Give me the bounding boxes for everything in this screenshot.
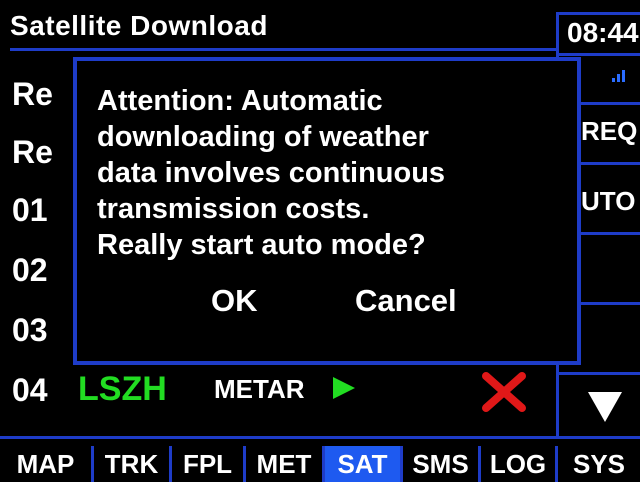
dialog-message-line: downloading of weather — [97, 121, 429, 153]
station-code[interactable]: LSZH — [78, 370, 167, 408]
tab-log[interactable]: LOG — [481, 446, 558, 482]
list-item-label[interactable]: 01 — [12, 192, 48, 228]
confirmation-dialog: Attention: Automatic downloading of weat… — [73, 57, 581, 365]
list-item-label[interactable]: 04 — [12, 372, 48, 408]
tab-met[interactable]: MET — [246, 446, 325, 482]
cancel-button[interactable]: Cancel — [355, 283, 457, 319]
tab-sms[interactable]: SMS — [403, 446, 481, 482]
report-type: METAR — [214, 374, 305, 404]
tab-sys[interactable]: SYS — [558, 446, 640, 482]
right-divider — [559, 372, 640, 375]
tab-sat[interactable]: SAT — [325, 446, 403, 482]
request-button[interactable]: REQ — [581, 116, 637, 146]
page-title: Satellite Download — [10, 10, 268, 41]
dialog-message: Attention: Automatic downloading of weat… — [97, 83, 567, 263]
tab-map[interactable]: MAP — [0, 446, 94, 482]
list-item-label[interactable]: 02 — [12, 252, 48, 288]
list-item-label[interactable]: 03 — [12, 312, 48, 348]
chevron-down-icon[interactable] — [588, 392, 622, 422]
title-divider — [10, 48, 558, 51]
play-icon[interactable] — [333, 377, 355, 399]
auto-button[interactable]: UTO — [581, 186, 635, 216]
delete-icon[interactable] — [480, 372, 528, 412]
dialog-message-line: Really start auto mode? — [97, 229, 426, 261]
ok-button[interactable]: OK — [211, 283, 258, 319]
dialog-message-line: transmission costs. — [97, 193, 370, 225]
dialog-message-line: data involves continuous — [97, 157, 446, 189]
list-item-label[interactable]: Re — [12, 76, 53, 112]
dialog-message-line: Attention: Automatic — [97, 85, 383, 117]
signal-strength-icon — [612, 68, 630, 82]
clock-time: 08:44 — [567, 17, 639, 48]
tab-fpl[interactable]: FPL — [172, 446, 246, 482]
tab-trk[interactable]: TRK — [94, 446, 172, 482]
list-item-label[interactable]: Re — [12, 134, 53, 170]
